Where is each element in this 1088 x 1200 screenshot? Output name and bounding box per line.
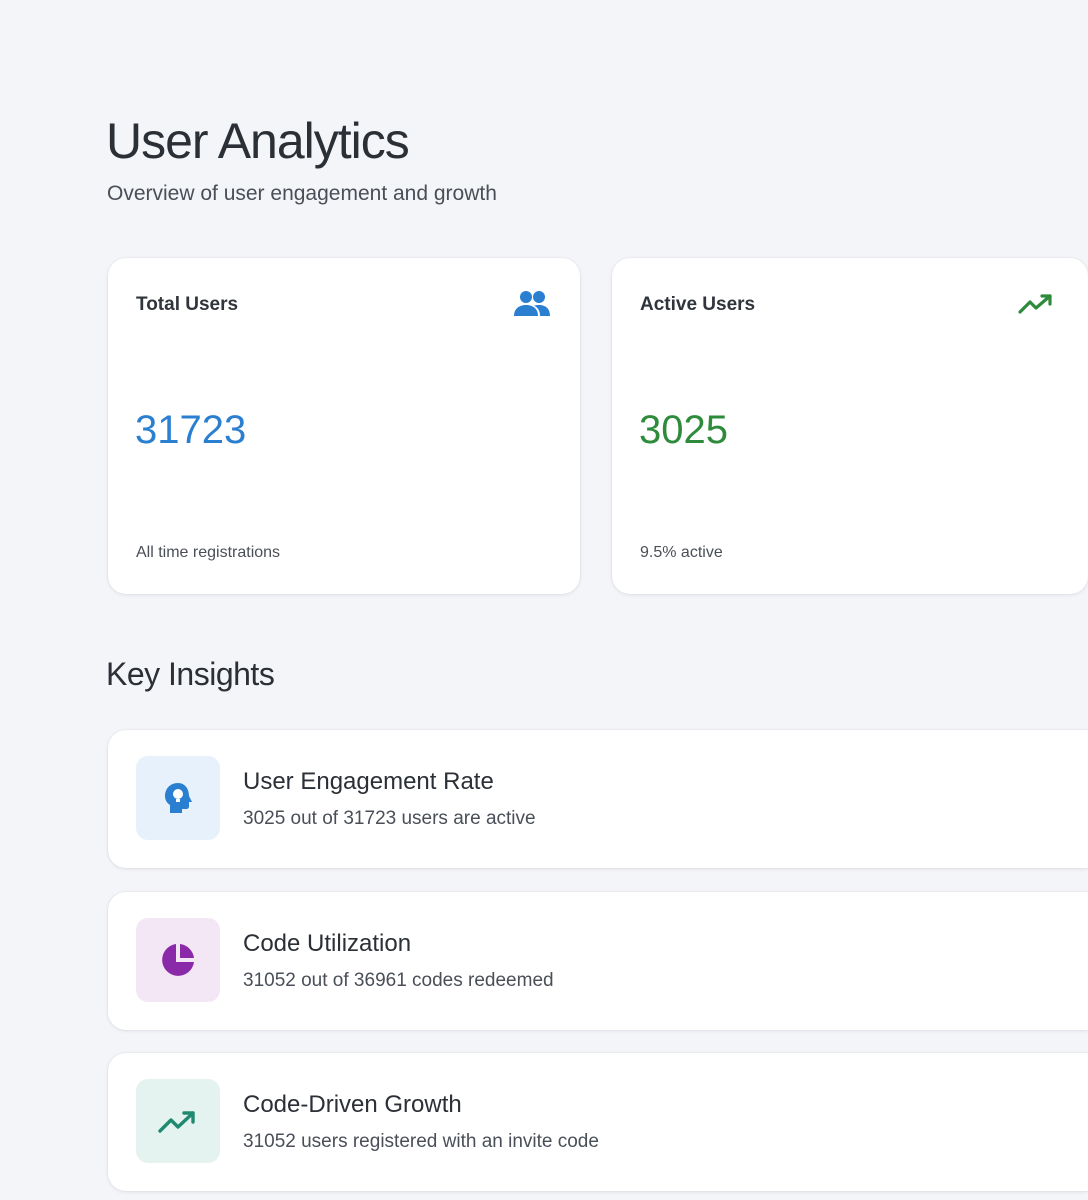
- head-lightbulb-icon: [165, 783, 192, 813]
- stat-value: 3025: [639, 408, 728, 452]
- page-subtitle: Overview of user engagement and growth: [107, 182, 497, 205]
- insight-item-engagement-rate: User Engagement Rate 3025 out of 31723 u…: [108, 730, 1088, 868]
- active-users-card: Active Users 3025 9.5% active: [612, 258, 1088, 594]
- trending-up-icon: [1016, 288, 1056, 320]
- stat-note: 9.5% active: [640, 544, 723, 561]
- insight-description: 3025 out of 31723 users are active: [243, 808, 536, 829]
- insight-icon-box: [136, 918, 220, 1002]
- stat-label: Total Users: [136, 294, 239, 315]
- section-title: Key Insights: [106, 656, 275, 692]
- insight-description: 31052 users registered with an invite co…: [243, 1131, 599, 1152]
- insight-title: Code-Driven Growth: [243, 1091, 462, 1118]
- insight-item-code-utilization: Code Utilization 31052 out of 36961 code…: [108, 892, 1088, 1030]
- stat-note: All time registrations: [136, 544, 281, 561]
- stat-value: 31723: [135, 408, 247, 452]
- insight-icon-box: [136, 1079, 220, 1163]
- insight-title: Code Utilization: [243, 930, 412, 957]
- insight-title: User Engagement Rate: [243, 768, 494, 795]
- insight-description: 31052 out of 36961 codes redeemed: [243, 970, 554, 991]
- people-icon: [512, 288, 552, 320]
- total-users-card: Total Users 31723 All time registrations: [108, 258, 580, 594]
- insight-item-code-driven-growth: Code-Driven Growth 31052 users registere…: [108, 1053, 1088, 1191]
- trending-up-icon: [158, 1111, 195, 1133]
- pie-chart-icon: [162, 944, 194, 976]
- user-analytics-page: User Analytics Overview of user engageme…: [0, 0, 1088, 1200]
- page-title: User Analytics: [106, 113, 410, 169]
- insight-icon-box: [136, 756, 220, 840]
- stat-label: Active Users: [640, 294, 756, 315]
